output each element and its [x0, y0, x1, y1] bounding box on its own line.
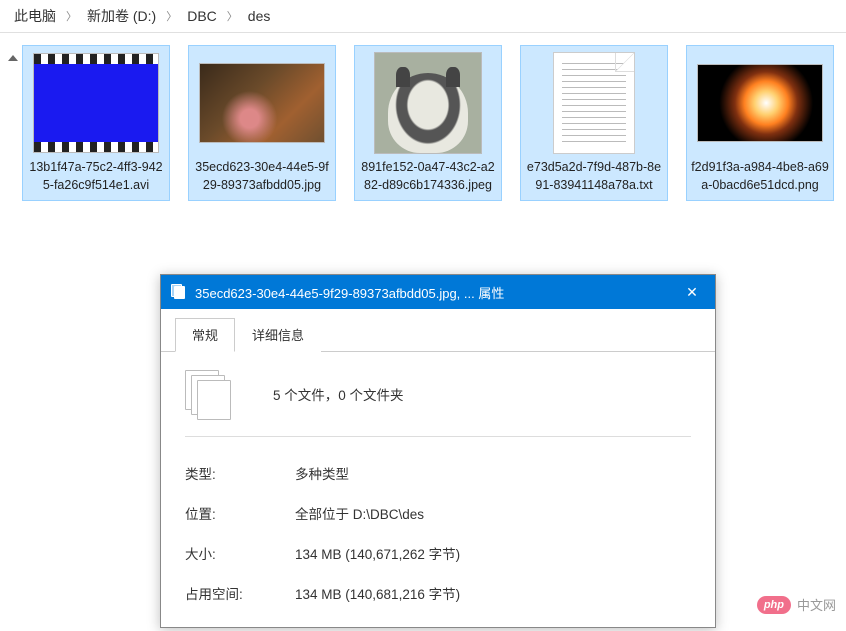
- file-grid: 13b1f47a-75c2-4ff3-9425-fa26c9f514e1.avi…: [22, 45, 834, 201]
- video-thumbnail: [30, 52, 162, 154]
- scroll-up-icon[interactable]: [8, 55, 18, 61]
- property-value: 多种类型: [295, 463, 349, 483]
- image-thumbnail: [362, 52, 494, 154]
- breadcrumb-item[interactable]: 此电脑: [10, 6, 60, 26]
- summary-row: 5 个文件，0 个文件夹: [185, 370, 691, 437]
- image-thumbnail: [694, 52, 826, 154]
- property-row-location: 位置: 全部位于 D:\DBC\des: [185, 493, 691, 533]
- property-row-type: 类型: 多种类型: [185, 453, 691, 493]
- property-label: 大小:: [185, 543, 295, 563]
- breadcrumb[interactable]: 此电脑 〉 新加卷 (D:) 〉 DBC 〉 des: [0, 0, 846, 33]
- file-explorer-content: 13b1f47a-75c2-4ff3-9425-fa26c9f514e1.avi…: [0, 33, 846, 201]
- dialog-titlebar[interactable]: 35ecd623-30e4-44e5-9f29-89373afbdd05.jpg…: [161, 275, 715, 309]
- watermark-text: 中文网: [797, 595, 836, 614]
- file-item-image[interactable]: f2d91f3a-a984-4be8-a69a-0bacd6e51dcd.png: [686, 45, 834, 201]
- tab-details[interactable]: 详细信息: [235, 318, 321, 352]
- chevron-right-icon: 〉: [160, 8, 183, 24]
- summary-text: 5 个文件，0 个文件夹: [273, 384, 404, 404]
- property-label: 占用空间:: [185, 583, 295, 603]
- dialog-tabs: 常规 详细信息: [161, 309, 715, 352]
- files-stack-icon: [171, 284, 187, 300]
- breadcrumb-item[interactable]: des: [244, 8, 275, 24]
- property-row-size: 大小: 134 MB (140,671,262 字节): [185, 533, 691, 573]
- scrollbar-vertical[interactable]: [4, 45, 22, 201]
- breadcrumb-item[interactable]: DBC: [183, 8, 221, 24]
- file-item-video[interactable]: 13b1f47a-75c2-4ff3-9425-fa26c9f514e1.avi: [22, 45, 170, 201]
- watermark-badge: php: [757, 596, 791, 614]
- multi-file-icon: [185, 370, 233, 418]
- watermark: php 中文网: [757, 595, 836, 614]
- close-icon: ✕: [686, 284, 698, 301]
- property-label: 位置:: [185, 503, 295, 523]
- property-row-ondisk: 占用空间: 134 MB (140,681,216 字节): [185, 573, 691, 613]
- file-label: f2d91f3a-a984-4be8-a69a-0bacd6e51dcd.png: [691, 158, 829, 194]
- file-label: 891fe152-0a47-43c2-a282-d89c6b174336.jpe…: [359, 158, 497, 194]
- dialog-title: 35ecd623-30e4-44e5-9f29-89373afbdd05.jpg…: [195, 283, 669, 302]
- breadcrumb-item[interactable]: 新加卷 (D:): [83, 6, 160, 26]
- image-thumbnail: [196, 52, 328, 154]
- text-file-icon: [528, 52, 660, 154]
- file-label: e73d5a2d-7f9d-487b-8e91-83941148a78a.txt: [525, 158, 663, 194]
- property-label: 类型:: [185, 463, 295, 483]
- property-value: 134 MB (140,671,262 字节): [295, 543, 460, 563]
- tab-general[interactable]: 常规: [175, 318, 235, 352]
- property-value: 全部位于 D:\DBC\des: [295, 503, 424, 523]
- property-value: 134 MB (140,681,216 字节): [295, 583, 460, 603]
- file-label: 13b1f47a-75c2-4ff3-9425-fa26c9f514e1.avi: [27, 158, 165, 194]
- properties-dialog: 35ecd623-30e4-44e5-9f29-89373afbdd05.jpg…: [160, 274, 716, 628]
- chevron-right-icon: 〉: [221, 8, 244, 24]
- file-item-text[interactable]: e73d5a2d-7f9d-487b-8e91-83941148a78a.txt: [520, 45, 668, 201]
- file-item-image[interactable]: 35ecd623-30e4-44e5-9f29-89373afbdd05.jpg: [188, 45, 336, 201]
- file-item-image[interactable]: 891fe152-0a47-43c2-a282-d89c6b174336.jpe…: [354, 45, 502, 201]
- dialog-body: 5 个文件，0 个文件夹 类型: 多种类型 位置: 全部位于 D:\DBC\de…: [161, 352, 715, 631]
- close-button[interactable]: ✕: [669, 275, 715, 309]
- file-label: 35ecd623-30e4-44e5-9f29-89373afbdd05.jpg: [193, 158, 331, 194]
- chevron-right-icon: 〉: [60, 8, 83, 24]
